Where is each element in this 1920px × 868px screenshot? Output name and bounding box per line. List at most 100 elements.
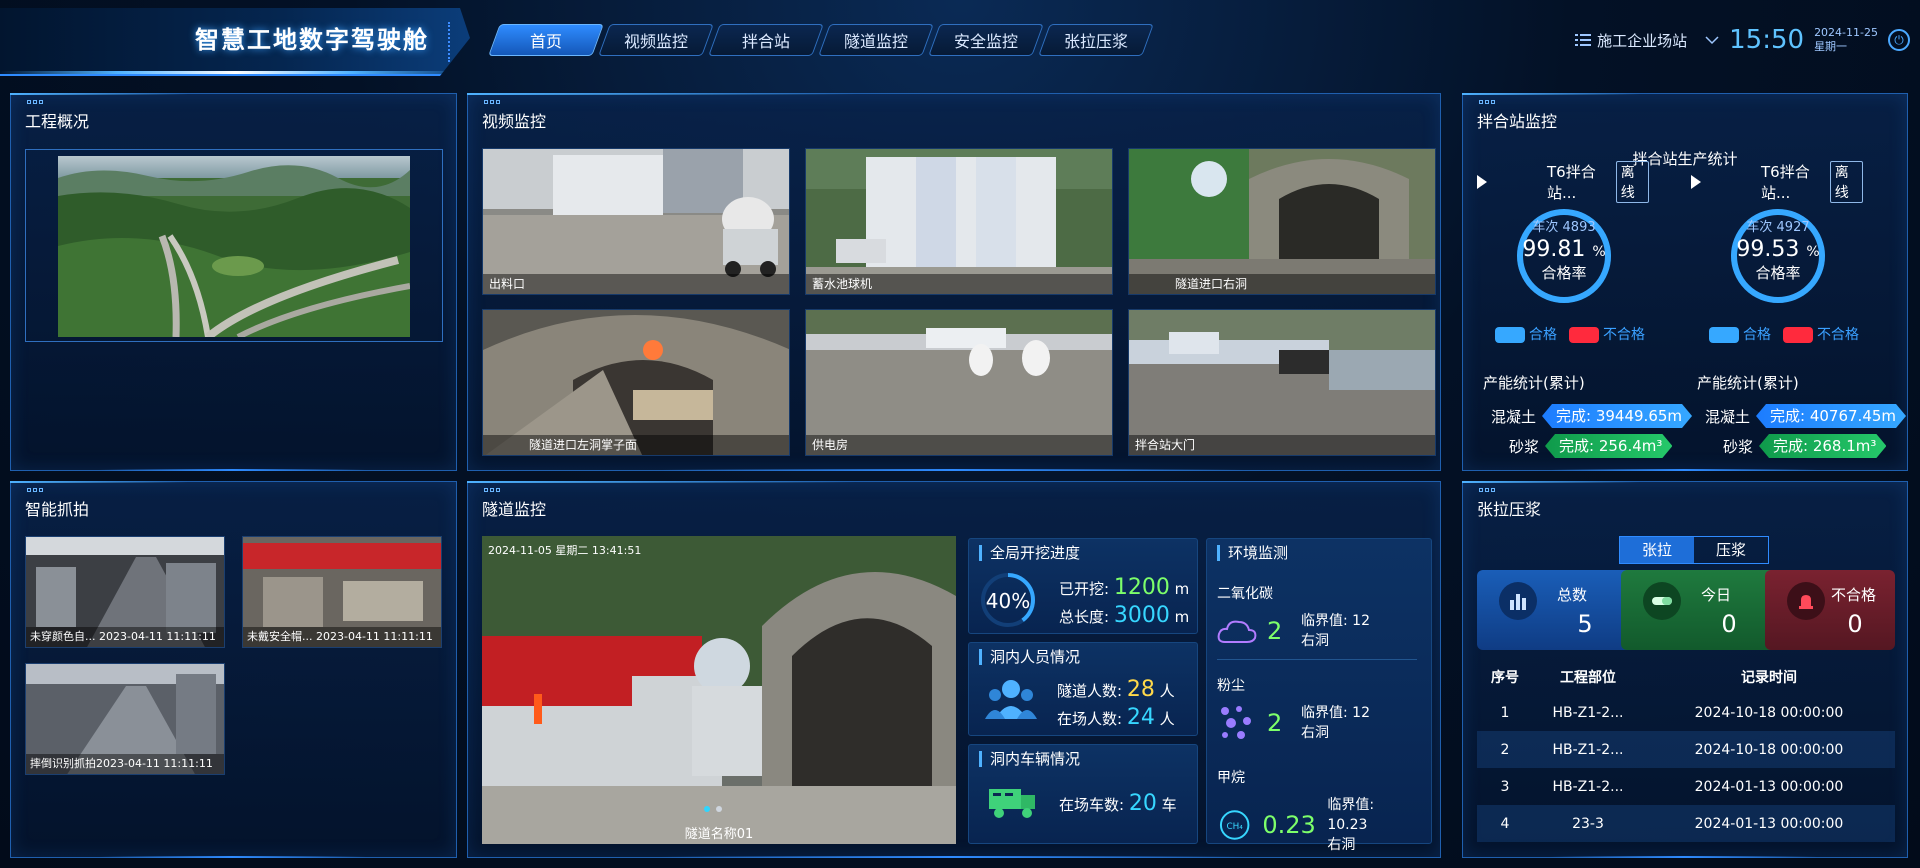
- legend: 合格 不合格: [1495, 324, 1645, 344]
- table-row[interactable]: 1 HB-Z1-2... 2024-10-18 00:00:00: [1477, 694, 1895, 731]
- camera-label: 拌合站大门: [1129, 435, 1435, 455]
- camera-label: 蓄水池球机: [806, 274, 1112, 294]
- card-title: 全局开挖进度: [979, 545, 1080, 561]
- pass-rate: 99.53 %: [1736, 237, 1820, 262]
- tunnel-camera-image: [482, 536, 956, 844]
- env-card: 环境监测 二氧化碳 2 临界值: 12 右洞 粉尘 2 临界值: 12 右洞 甲…: [1206, 538, 1432, 853]
- stretch-table: 序号 工程部位 记录时间 1 HB-Z1-2... 2024-10-18 00:00…: [1477, 660, 1895, 842]
- tunnel-camera[interactable]: 2024-11-05 星期二 13:41:51 隧道名称01: [482, 536, 956, 844]
- camera-label: 出料口: [483, 274, 789, 294]
- mixer-station: T6拌合站... 离线 车次 4893 99.81 % 合格率 合格 不合格 产…: [1463, 161, 1649, 464]
- tunnel-overlay-time: 2024-11-05 星期二 13:41:51: [488, 544, 642, 557]
- camera-feed[interactable]: 出料口: [482, 148, 790, 295]
- tab-stretch[interactable]: 张拉: [1620, 537, 1694, 563]
- power-icon[interactable]: ⏻: [1888, 29, 1910, 51]
- concrete-value: 完成: 39449.65m: [1542, 404, 1692, 428]
- app-title: 智慧工地数字驾驶舱: [195, 26, 429, 54]
- batch-count: 车次 4927: [1746, 220, 1810, 235]
- panel-title: 智能抓拍: [25, 500, 90, 519]
- excavation-card: 全局开挖进度 40% 已开挖: 1200 m 总长度: 3000 m: [968, 538, 1198, 634]
- site-selector[interactable]: 施工企业场站: [1575, 30, 1719, 51]
- panel-title: 工程概况: [25, 112, 90, 131]
- pass-rate-label: 合格率: [1755, 264, 1801, 282]
- nav-tab-stretch[interactable]: 张拉压浆: [1038, 24, 1154, 56]
- camera-feed[interactable]: 隧道进口左洞掌子面: [482, 309, 790, 456]
- co2-icon: [1217, 620, 1257, 643]
- nav-tab-home[interactable]: 首页: [488, 24, 604, 56]
- concrete-row: 混凝土 完成: 39449.65m: [1491, 404, 1692, 428]
- bar-chart-icon: [1499, 582, 1537, 620]
- alarm-icon: [1787, 582, 1825, 620]
- table-header: 序号 工程部位 记录时间: [1491, 670, 1797, 686]
- panel-title: 张拉压浆: [1477, 500, 1542, 519]
- mixer-station: T6拌合站... 离线 车次 4927 99.53 % 合格率 合格 不合格 产…: [1677, 161, 1863, 464]
- legend-bad: 不合格: [1569, 324, 1645, 344]
- station-name: T6拌合站...: [1761, 163, 1810, 202]
- people-icon: [985, 680, 1037, 719]
- status-badge: 离线: [1615, 161, 1649, 203]
- date: 2024-11-25: [1814, 26, 1878, 39]
- legend-bad: 不合格: [1783, 324, 1859, 344]
- panel-title: 拌合站监控: [1477, 112, 1558, 131]
- nav-tab-tunnel[interactable]: 隧道监控: [818, 24, 934, 56]
- snapshot-card[interactable]: 摔倒识别抓拍2023-04-11 11:11:11: [25, 663, 225, 775]
- panel-snap: 智能抓拍 未穿颜色自... 2023-04-11 11:11:11 未戴安全帽.…: [10, 481, 457, 858]
- weekday: 星期一: [1814, 40, 1848, 53]
- camera-feed[interactable]: 拌合站大门: [1128, 309, 1436, 456]
- mortar-value: 完成: 268.1m³: [1759, 434, 1886, 458]
- stat-total: 总数 5: [1477, 570, 1641, 650]
- play-icon: [1477, 175, 1487, 189]
- stretch-tab-group: 张拉 压浆: [1619, 536, 1769, 564]
- vehicle-card: 洞内车辆情况 在场车数: 20 车: [968, 744, 1198, 844]
- capsule-icon: [1643, 582, 1681, 620]
- table-row[interactable]: 2 HB-Z1-2... 2024-10-18 00:00:00: [1477, 731, 1895, 768]
- clock-time: 15:50: [1729, 25, 1805, 55]
- title-divider: [448, 22, 450, 62]
- people-card: 洞内人员情况 隧道人数: 28 人 在场人数: 24 人: [968, 642, 1198, 736]
- panel-title: 视频监控: [482, 112, 547, 131]
- dug-row: 已开挖: 1200 m: [1059, 575, 1190, 600]
- panel-title: 隧道监控: [482, 500, 547, 519]
- overview-frame: [25, 149, 443, 342]
- pass-rate-text: 车次 4927 99.53 % 合格率: [1728, 206, 1828, 306]
- legend-ok: 合格: [1709, 324, 1771, 344]
- panel-mixer: 拌合站监控 拌合站生产统计 T6拌合站... 离线 车次 4893 99.81 …: [1462, 93, 1908, 471]
- dust-icon: [1221, 706, 1251, 739]
- vehicle-row: 在场车数: 20 车: [1059, 791, 1177, 816]
- mortar-row: 砂浆 完成: 256.4m³: [1509, 434, 1672, 458]
- nav-tab-mixer[interactable]: 拌合站: [708, 24, 824, 56]
- legend: 合格 不合格: [1709, 324, 1859, 344]
- concrete-row: 混凝土 完成: 40767.45m: [1705, 404, 1906, 428]
- pass-rate-text: 车次 4893 99.81 % 合格率: [1514, 206, 1614, 306]
- tunnel-people-row: 隧道人数: 28 人: [1057, 677, 1175, 702]
- progress-pct: 40%: [985, 589, 1031, 613]
- list-icon: [1575, 34, 1592, 46]
- carousel-dots[interactable]: [704, 806, 722, 812]
- nav-tab-safety[interactable]: 安全监控: [928, 24, 1044, 56]
- production-title: 产能统计(累计): [1483, 374, 1585, 392]
- camera-feed[interactable]: 蓄水池球机: [805, 148, 1113, 295]
- snapshot-label: 摔倒识别抓拍2023-04-11 11:11:11: [26, 754, 224, 774]
- play-icon: [1691, 175, 1701, 189]
- total-row: 总长度: 3000 m: [1059, 603, 1190, 628]
- pass-rate-label: 合格率: [1541, 264, 1587, 282]
- stat-unqualified: 不合格 0: [1765, 570, 1895, 650]
- camera-label: 隧道进口右洞: [1129, 274, 1435, 294]
- snapshot-card[interactable]: 未戴安全帽... 2023-04-11 11:11:11: [242, 536, 442, 648]
- panel-tunnel: 隧道监控 2024-11-05 星期二 13:41:51 隧道名称01 全局开挖…: [467, 481, 1441, 858]
- table-row[interactable]: 3 HB-Z1-2... 2024-01-13 00:00:00: [1477, 768, 1895, 805]
- station-header[interactable]: T6拌合站... 离线: [1677, 161, 1863, 203]
- camera-feed[interactable]: 供电房: [805, 309, 1113, 456]
- station-header[interactable]: T6拌合站... 离线: [1463, 161, 1649, 203]
- table-row[interactable]: 4 23-3 2024-01-13 00:00:00: [1477, 805, 1895, 842]
- snapshot-card[interactable]: 未穿颜色自... 2023-04-11 11:11:11: [25, 536, 225, 648]
- camera-feed[interactable]: 隧道进口右洞: [1128, 148, 1436, 295]
- mortar-value: 完成: 256.4m³: [1545, 434, 1672, 458]
- chevron-down-icon: [1705, 36, 1719, 45]
- pass-rate: 99.81 %: [1522, 237, 1606, 262]
- panel-overview: 工程概况: [10, 93, 457, 471]
- env-item-dust: 粉尘 2 临界值: 12 右洞: [1217, 678, 1370, 741]
- panel-dots: [27, 100, 43, 104]
- nav-tab-video[interactable]: 视频监控: [598, 24, 714, 56]
- tab-grout[interactable]: 压浆: [1694, 537, 1768, 563]
